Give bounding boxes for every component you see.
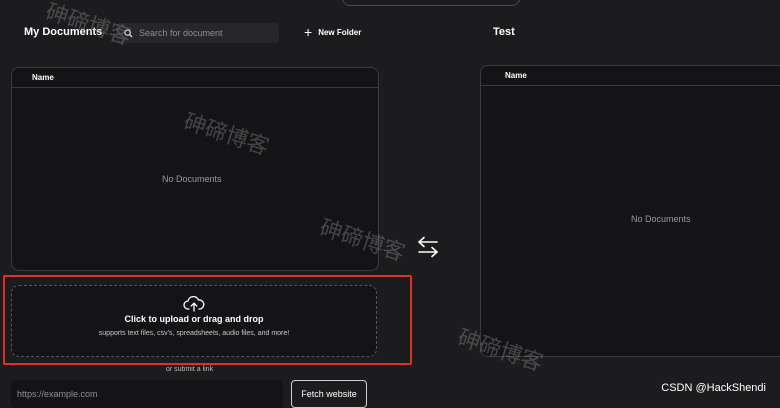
workspace-title: Test bbox=[493, 26, 515, 38]
new-folder-label: New Folder bbox=[318, 27, 362, 37]
name-column-header[interactable]: Name bbox=[12, 68, 378, 88]
swap-arrows-icon bbox=[418, 236, 438, 258]
upload-title: Click to upload or drag and drop bbox=[124, 314, 264, 324]
cloud-upload-icon bbox=[183, 296, 205, 312]
empty-state-text: No Documents bbox=[631, 214, 691, 224]
plus-icon: + bbox=[304, 24, 313, 40]
search-box[interactable] bbox=[116, 23, 279, 43]
move-documents-button[interactable] bbox=[416, 236, 440, 263]
top-tab-edge bbox=[342, 0, 520, 6]
upload-dropzone[interactable]: Click to upload or drag and drop support… bbox=[11, 285, 377, 357]
new-folder-button[interactable]: + New Folder bbox=[304, 24, 362, 40]
upload-subtitle: supports text files, csv's, spreadsheets… bbox=[98, 330, 290, 337]
empty-state-text: No Documents bbox=[162, 174, 222, 184]
search-input[interactable] bbox=[139, 28, 269, 38]
credit-text: CSDN @HackShendi bbox=[661, 382, 766, 394]
submit-link-label: or submit a link bbox=[166, 366, 214, 373]
watermark: 砷碲博客 bbox=[42, 0, 134, 51]
workspace-documents-table: Name No Documents bbox=[480, 65, 780, 357]
name-column-header[interactable]: Name bbox=[481, 66, 780, 86]
